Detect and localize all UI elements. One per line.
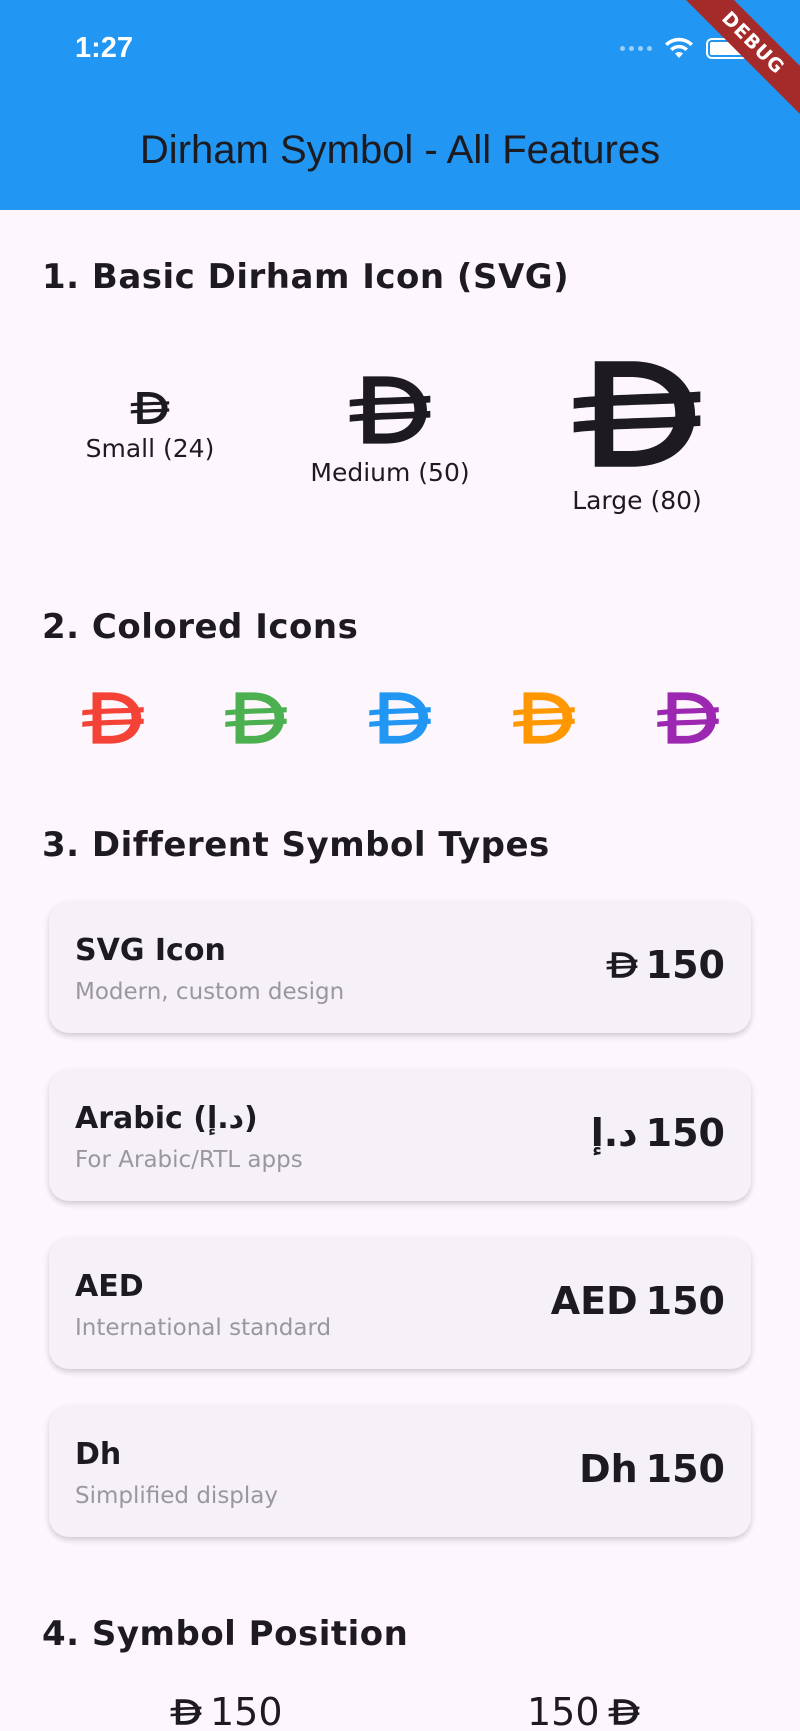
symbol-type-card-dh[interactable]: Dh Simplified display Dh 150	[49, 1405, 751, 1537]
dirham-icon	[608, 1696, 640, 1728]
symbol-type-card-arabic[interactable]: Arabic (د.إ) For Arabic/RTL apps د.إ 150	[49, 1069, 751, 1201]
wifi-icon	[665, 37, 693, 58]
card-value: 150	[606, 943, 725, 987]
dirham-icon	[606, 949, 638, 981]
section-title-basic-icon: 1. Basic Dirham Icon (SVG)	[42, 257, 570, 297]
card-title: Dh	[75, 1437, 122, 1472]
icon-sample-medium: Medium (50)	[290, 368, 490, 487]
card-value: Dh 150	[579, 1447, 725, 1491]
card-subtitle: Simplified display	[75, 1483, 278, 1509]
dirham-green-icon	[222, 686, 290, 750]
icon-sample-small: Small (24)	[70, 388, 230, 463]
icon-caption-small: Small (24)	[85, 434, 215, 463]
card-subtitle: Modern, custom design	[75, 979, 345, 1005]
card-symbol: Dh	[579, 1447, 638, 1491]
section-title-colored-icons: 2. Colored Icons	[42, 607, 359, 647]
card-subtitle: For Arabic/RTL apps	[75, 1147, 303, 1173]
position-after-amount: 150	[527, 1690, 600, 1731]
page-title: Dirham Symbol - All Features	[139, 128, 661, 172]
signal-dots-icon	[620, 45, 652, 51]
status-time: 1:27	[75, 32, 134, 64]
symbol-type-card-svg[interactable]: SVG Icon Modern, custom design 150	[49, 901, 751, 1033]
icon-caption-medium: Medium (50)	[310, 458, 470, 487]
card-subtitle: International standard	[75, 1315, 332, 1341]
card-symbol: AED	[550, 1279, 638, 1323]
section-title-symbol-types: 3. Different Symbol Types	[42, 825, 550, 865]
card-title: SVG Icon	[75, 933, 226, 968]
dirham-red-icon	[79, 686, 147, 750]
position-after-example: 150	[527, 1690, 640, 1731]
symbol-type-card-aed[interactable]: AED International standard AED 150	[49, 1237, 751, 1369]
section-title-symbol-position: 4. Symbol Position	[42, 1614, 409, 1654]
dirham-orange-icon	[510, 686, 578, 750]
position-before-example: 150	[170, 1690, 283, 1731]
dirham-icon	[571, 348, 703, 480]
card-title: Arabic (د.إ)	[75, 1101, 258, 1136]
card-amount: 150	[645, 943, 725, 987]
dirham-icon	[130, 388, 170, 428]
icon-caption-large: Large (80)	[572, 486, 702, 515]
app-bar: 1:27 Dirham Symbol - All Features	[0, 0, 800, 210]
card-amount: 150	[645, 1279, 725, 1323]
dirham-icon	[348, 368, 432, 452]
dirham-purple-icon	[654, 686, 722, 750]
dirham-blue-icon	[366, 686, 434, 750]
card-value: د.إ 150	[591, 1111, 725, 1155]
icon-sample-large: Large (80)	[537, 348, 737, 515]
position-before-amount: 150	[210, 1690, 283, 1731]
card-amount: 150	[645, 1447, 725, 1491]
card-title: AED	[75, 1269, 144, 1304]
card-symbol: د.إ	[590, 1111, 638, 1155]
dirham-icon	[170, 1696, 202, 1728]
card-value: AED 150	[551, 1279, 725, 1323]
card-amount: 150	[645, 1111, 725, 1155]
